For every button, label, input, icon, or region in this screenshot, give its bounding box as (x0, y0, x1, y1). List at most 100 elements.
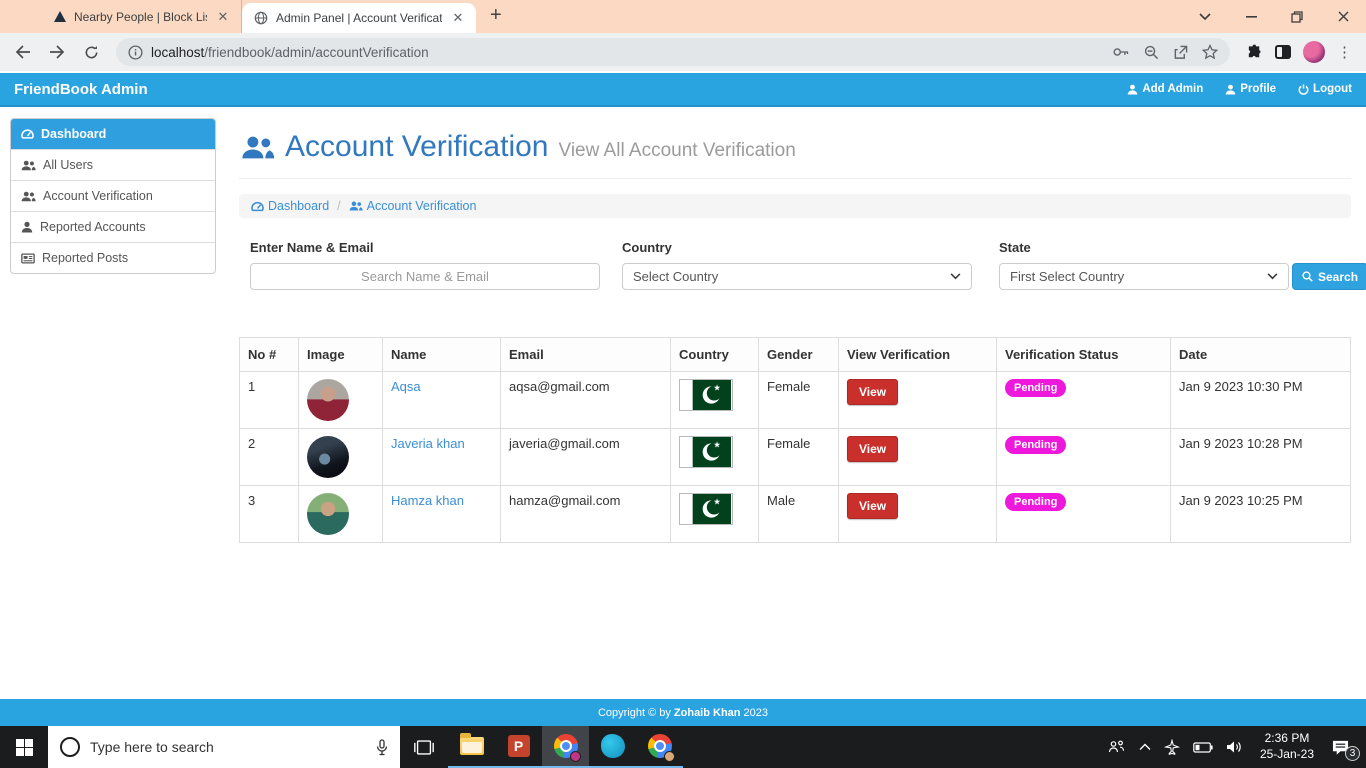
browser-profile-avatar[interactable] (1303, 41, 1325, 63)
task-view-icon (414, 739, 434, 755)
tab-nearby-people[interactable]: Nearby People | Block List ✕ (42, 0, 242, 33)
breadcrumb-account-verification[interactable]: Account Verification (349, 199, 476, 213)
verification-table: No # Image Name Email Country Gender Vie… (239, 337, 1351, 543)
tab-close-icon[interactable]: ✕ (450, 10, 466, 26)
pakistan-flag-icon: ★ (679, 379, 733, 411)
address-bar[interactable]: localhost/friendbook/admin/accountVerifi… (116, 38, 1230, 66)
chevron-down-icon (1267, 273, 1278, 280)
breadcrumb-dashboard[interactable]: Dashboard (251, 199, 329, 213)
taskbar-chrome-active[interactable] (542, 726, 589, 768)
back-icon[interactable] (8, 37, 38, 67)
sidebar-item-dashboard[interactable]: Dashboard (11, 119, 215, 150)
breadcrumb: Dashboard / Account Verification (239, 194, 1351, 218)
row-no: 3 (239, 485, 299, 543)
system-tray: 2:36 PM 25-Jan-23 3 (1098, 726, 1366, 768)
footer-text: Copyright © by (597, 706, 671, 719)
share-icon[interactable] (1173, 45, 1188, 60)
restore-icon[interactable] (1274, 0, 1320, 33)
page-header: Account Verification View All Account Ve… (239, 118, 1351, 164)
row-status-cell: Pending (996, 428, 1171, 486)
user-name-link[interactable]: Hamza khan (391, 493, 464, 508)
tab-close-icon[interactable]: ✕ (215, 9, 231, 25)
new-tab-button[interactable]: + (476, 4, 516, 33)
hidden-icons-chevron[interactable] (1139, 743, 1151, 751)
row-action-cell: View (838, 371, 997, 429)
search-name-email-input[interactable] (250, 263, 600, 290)
dashboard-icon (251, 201, 264, 211)
browser-menu-icon[interactable]: ⋮ (1337, 43, 1352, 61)
pakistan-flag-icon: ★ (679, 493, 733, 525)
forward-icon[interactable] (42, 37, 72, 67)
taskbar-powerpoint[interactable]: P (495, 726, 542, 768)
row-action-cell: View (838, 428, 997, 486)
clock-date: 25-Jan-23 (1259, 747, 1314, 761)
row-name-cell: Javeria khan (382, 428, 501, 486)
chrome-profile-badge (570, 751, 581, 762)
close-window-icon[interactable] (1320, 0, 1366, 33)
state-group: State First Select Country Search (999, 240, 1366, 290)
country-label: Country (622, 240, 672, 255)
screen: Nearby People | Block List ✕ Admin Panel… (0, 0, 1366, 768)
taskbar-blue-app[interactable] (589, 726, 636, 768)
col-no: No # (239, 337, 299, 372)
side-panel-icon[interactable] (1275, 45, 1291, 59)
airplane-mode-icon[interactable] (1163, 739, 1180, 755)
reload-icon[interactable] (76, 37, 106, 67)
people-icon[interactable] (1108, 740, 1126, 754)
blue-app-icon (600, 734, 625, 758)
newspaper-icon (21, 252, 35, 264)
sidebar-item-all-users[interactable]: All Users (11, 150, 215, 181)
user-icon (1128, 84, 1138, 95)
start-button[interactable] (0, 726, 48, 768)
battery-icon[interactable] (1193, 741, 1213, 753)
extensions-puzzle-icon[interactable] (1246, 44, 1263, 61)
row-email: javeria@gmail.com (500, 428, 671, 486)
row-gender: Female (758, 428, 839, 486)
window-controls (1182, 0, 1366, 33)
action-center-button[interactable]: 3 (1331, 739, 1360, 761)
view-button[interactable]: View (847, 493, 899, 519)
taskbar-file-explorer[interactable] (448, 726, 495, 768)
volume-icon[interactable] (1226, 740, 1243, 754)
user-avatar[interactable] (307, 436, 349, 478)
user-avatar[interactable] (307, 493, 349, 535)
user-avatar[interactable] (307, 379, 349, 421)
user-name-link[interactable]: Javeria khan (391, 436, 465, 451)
tab-search-chevron-icon[interactable] (1182, 0, 1228, 33)
verification-table-wrap: No # Image Name Email Country Gender Vie… (239, 337, 1351, 543)
row-no: 1 (239, 371, 299, 429)
taskbar-chrome-secondary[interactable] (636, 726, 683, 768)
bookmark-star-icon[interactable] (1202, 44, 1218, 60)
taskbar-clock[interactable]: 2:36 PM 25-Jan-23 (1256, 731, 1318, 762)
view-button[interactable]: View (847, 436, 899, 462)
task-view-button[interactable] (400, 726, 448, 768)
search-button[interactable]: Search (1292, 263, 1366, 290)
tab-title: Admin Panel | Account Verification (276, 11, 442, 25)
users-icon (349, 201, 363, 211)
user-name-link[interactable]: Aqsa (391, 379, 421, 394)
microphone-icon[interactable] (376, 738, 388, 756)
search-icon (1302, 271, 1313, 282)
state-select[interactable]: First Select Country (999, 263, 1289, 290)
sidebar-item-account-verification[interactable]: Account Verification (11, 181, 215, 212)
zoom-out-icon[interactable] (1144, 45, 1159, 60)
info-icon[interactable] (128, 44, 143, 60)
profile-button[interactable]: Profile (1225, 83, 1276, 95)
tab-admin-panel[interactable]: Admin Panel | Account Verification ✕ (242, 3, 476, 33)
sidebar-item-reported-accounts[interactable]: Reported Accounts (11, 212, 215, 243)
view-button[interactable]: View (847, 379, 899, 405)
brand[interactable]: FriendBook Admin (14, 81, 148, 98)
dashboard-icon (21, 129, 34, 139)
users-icon (21, 160, 36, 170)
taskbar-search[interactable]: Type here to search (48, 726, 400, 768)
filter-form: Enter Name & Email Country Select Countr… (239, 240, 1366, 290)
user-icon (1225, 84, 1236, 95)
password-key-icon[interactable] (1113, 46, 1130, 58)
sidebar-item-reported-posts[interactable]: Reported Posts (11, 243, 215, 273)
row-action-cell: View (838, 485, 997, 543)
add-admin-button[interactable]: Add Admin (1127, 83, 1203, 95)
country-select[interactable]: Select Country (622, 263, 972, 290)
footer-author: Zohaib Khan (673, 706, 741, 719)
logout-button[interactable]: Logout (1298, 83, 1352, 95)
minimize-icon[interactable] (1228, 0, 1274, 33)
